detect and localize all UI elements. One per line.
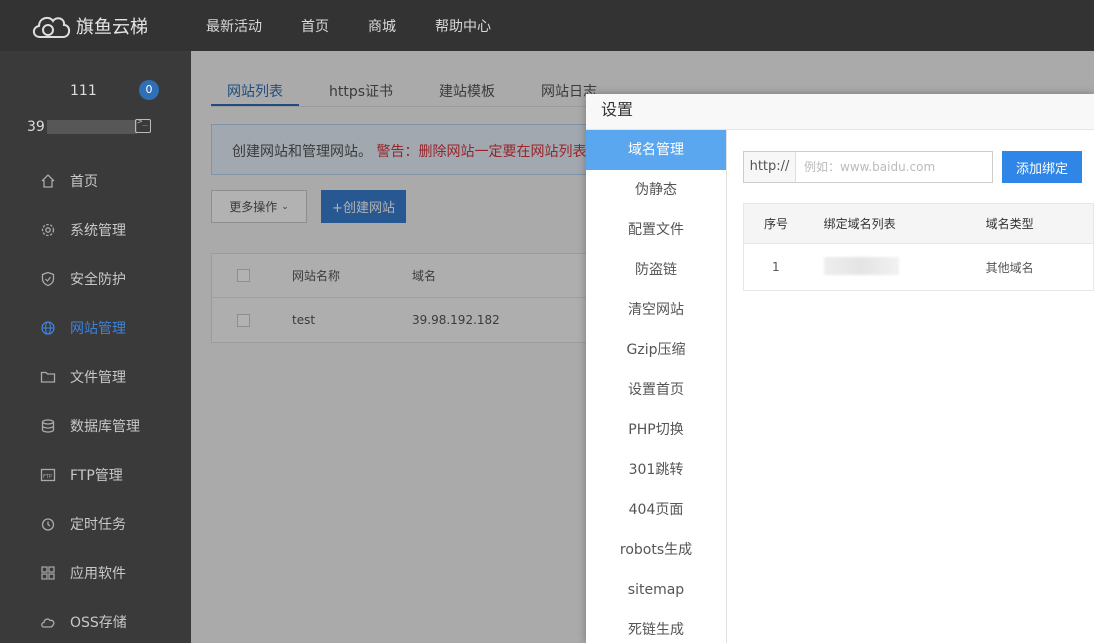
top-bar: 旗鱼云梯 最新活动 首页 商城 帮助中心: [0, 0, 1094, 51]
ip-prefix: 39: [27, 119, 45, 135]
column-header-index: 序号: [764, 217, 789, 231]
url-prefix: http://: [744, 152, 796, 182]
dialog-nav-sitemap[interactable]: sitemap: [586, 570, 726, 610]
top-nav: 最新活动 首页 商城 帮助中心: [191, 16, 515, 36]
domain-input[interactable]: [796, 152, 986, 182]
sidebar-item-database[interactable]: 数据库管理: [0, 401, 191, 450]
server-ip: 39: [27, 119, 137, 135]
gear-icon: [39, 221, 57, 239]
domain-input-group: http://: [743, 151, 993, 183]
row-domain-type: 其他域名: [985, 260, 1034, 275]
sidebar-item-system[interactable]: 系统管理: [0, 205, 191, 254]
add-binding-button[interactable]: 添加绑定: [1002, 151, 1082, 183]
table-row[interactable]: 1 其他域名: [744, 244, 1093, 290]
dialog-nav-rewrite[interactable]: 伪静态: [586, 170, 726, 210]
sidebar-item-label: 定时任务: [70, 516, 126, 533]
dialog-nav-404[interactable]: 404页面: [586, 490, 726, 530]
ip-redacted: [46, 120, 137, 134]
sidebar-item-label: FTP管理: [70, 467, 123, 484]
brand-name: 旗鱼云梯: [76, 16, 148, 38]
column-header-type: 域名类型: [985, 217, 1034, 231]
sidebar-menu: 首页 系统管理 安全防护 网站管理 文件管理 数据库管理 FTP FTP管理 定: [0, 156, 191, 643]
topnav-shop[interactable]: 商城: [368, 16, 396, 36]
dialog-nav-index[interactable]: 设置首页: [586, 370, 726, 410]
sidebar-item-label: 安全防护: [70, 271, 126, 288]
sidebar-item-apps[interactable]: 应用软件: [0, 548, 191, 597]
dialog-nav: 域名管理 伪静态 配置文件 防盗链 清空网站 Gzip压缩 设置首页 PHP切换…: [586, 130, 727, 643]
brand[interactable]: 旗鱼云梯: [0, 11, 191, 41]
dialog-nav-deadlink[interactable]: 死链生成: [586, 610, 726, 643]
domain-table: 序号 绑定域名列表 域名类型 1 其他域名: [743, 203, 1094, 291]
terminal-icon[interactable]: [135, 117, 151, 133]
folder-icon: [39, 368, 57, 386]
cloud-logo-icon: [32, 16, 71, 38]
sidebar-item-label: OSS存储: [70, 614, 127, 631]
sidebar-item-label: 文件管理: [70, 369, 126, 386]
dialog-nav-domain[interactable]: 域名管理: [586, 130, 726, 170]
dialog-nav-hotlink[interactable]: 防盗链: [586, 250, 726, 290]
dialog-nav-gzip[interactable]: Gzip压缩: [586, 330, 726, 370]
column-header-domains: 绑定域名列表: [823, 217, 896, 231]
svg-text:FTP: FTP: [43, 474, 52, 480]
home-icon: [39, 172, 57, 190]
sidebar-item-ftp[interactable]: FTP FTP管理: [0, 450, 191, 499]
sidebar-item-label: 数据库管理: [70, 418, 140, 435]
sidebar: 111 0 39 首页 系统管理 安全防护 网站管理 文件管理: [0, 51, 191, 643]
row-domain-cell: [823, 256, 986, 278]
user-name: 111: [70, 83, 97, 99]
cloud-icon: [39, 613, 57, 631]
database-icon: [39, 417, 57, 435]
sidebar-item-website[interactable]: 网站管理: [0, 303, 191, 352]
apps-icon: [39, 564, 57, 582]
user-box: 111 0 39: [0, 51, 191, 156]
topnav-home[interactable]: 首页: [301, 16, 329, 36]
dialog-nav-301[interactable]: 301跳转: [586, 450, 726, 490]
clock-icon: [39, 515, 57, 533]
dialog-title: 设置: [586, 94, 1094, 130]
sidebar-item-label: 应用软件: [70, 565, 126, 582]
redacted-domain: [823, 256, 899, 275]
sidebar-item-security[interactable]: 安全防护: [0, 254, 191, 303]
sidebar-item-label: 首页: [70, 173, 98, 190]
sidebar-item-home[interactable]: 首页: [0, 156, 191, 205]
shield-icon: [39, 270, 57, 288]
sidebar-item-label: 网站管理: [70, 320, 126, 337]
sidebar-item-cron[interactable]: 定时任务: [0, 499, 191, 548]
sidebar-item-oss[interactable]: OSS存储: [0, 597, 191, 643]
table-header: 序号 绑定域名列表 域名类型: [744, 204, 1093, 244]
dialog-nav-clear-site[interactable]: 清空网站: [586, 290, 726, 330]
globe-icon: [39, 319, 57, 337]
topnav-events[interactable]: 最新活动: [206, 16, 262, 36]
notification-badge[interactable]: 0: [139, 80, 159, 100]
dialog-nav-config[interactable]: 配置文件: [586, 210, 726, 250]
topnav-help[interactable]: 帮助中心: [435, 16, 491, 36]
row-index: 1: [772, 260, 780, 274]
ftp-icon: FTP: [39, 466, 57, 484]
sidebar-item-label: 系统管理: [70, 222, 126, 239]
settings-dialog: 设置 域名管理 伪静态 配置文件 防盗链 清空网站 Gzip压缩 设置首页 PH…: [586, 94, 1094, 643]
dialog-nav-robots[interactable]: robots生成: [586, 530, 726, 570]
sidebar-item-files[interactable]: 文件管理: [0, 352, 191, 401]
dialog-nav-php[interactable]: PHP切换: [586, 410, 726, 450]
